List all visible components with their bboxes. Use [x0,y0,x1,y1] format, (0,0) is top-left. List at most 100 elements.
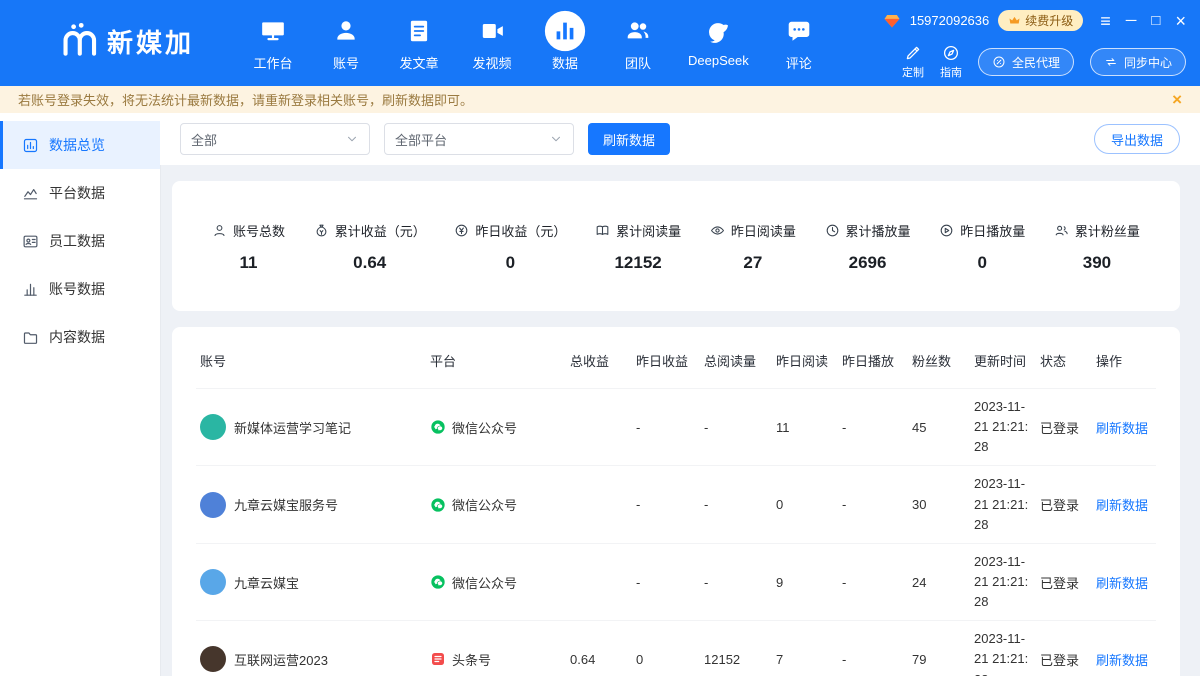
status-cell: 已登录 [1036,466,1092,543]
scope-select[interactable]: 全部 [180,123,370,155]
sidebar-item-label: 账号数据 [49,279,105,299]
fans-cell: 24 [908,543,970,620]
export-data-button[interactable]: 导出数据 [1094,124,1180,154]
sidebar: 数据总览 平台数据 员工数据 账号数据 内容数据 [0,113,160,676]
comment-icon [786,18,812,44]
account-name: 新媒体运营学习笔记 [234,418,351,437]
close-icon[interactable]: × [1175,12,1186,30]
stat-value: 2696 [849,253,887,273]
nav-item-label: 数据 [552,53,578,72]
refresh-row-link[interactable]: 刷新数据 [1096,653,1148,668]
platform-select-value: 全部平台 [395,130,447,149]
stat-value: 12152 [614,253,661,273]
stat-value: 11 [240,253,258,273]
sidebar-item[interactable]: 员工数据 [0,217,160,265]
column-header: 操作 [1092,335,1156,389]
stat-label: 累计播放量 [846,221,911,240]
column-header: 昨日播放 [838,335,908,389]
banner-close-icon[interactable]: × [1172,91,1182,108]
stat-label: 累计阅读量 [616,221,681,240]
main-content: 全部 全部平台 刷新数据 导出数据 账号总数 11 累计收益（元） 0.6 [160,113,1200,676]
nav-item[interactable]: 团队 [615,9,661,72]
warning-banner: 若账号登录失效，将无法统计最新数据，请重新登录相关账号，刷新数据即可。 × [0,86,1200,113]
stat-value: 27 [743,253,762,273]
total-reads-icon [595,223,610,238]
scope-select-value: 全部 [191,130,217,149]
platform-data-icon [22,185,39,202]
guide-button[interactable]: 指南 [940,44,962,80]
nav-item[interactable]: DeepSeek [688,9,749,72]
sync-center-button[interactable]: 同步中心 [1090,48,1186,76]
nav-item-label: 团队 [625,53,651,72]
stat-label: 昨日收益（元） [475,221,566,240]
minimize-icon[interactable]: ─ [1126,13,1137,28]
customize-icon [904,44,922,62]
menu-icon[interactable]: ≡ [1100,12,1111,30]
updated-cell: 2023-11-21 21:21:28 [970,543,1036,620]
refresh-data-button[interactable]: 刷新数据 [588,123,670,155]
nav-item-label: 评论 [786,53,812,72]
nav-item[interactable]: 发文章 [396,9,442,72]
table-row: 互联网运营2023 头条号 0.64 0 12152 7 - 79 2023-1… [196,621,1156,676]
logo-icon [60,22,98,60]
sync-icon [1104,55,1118,69]
nav-item[interactable]: 评论 [776,9,822,72]
total-fans-icon [1054,223,1069,238]
table-row: 新媒体运营学习笔记 微信公众号 - - 11 - 45 2023-11-21 2… [196,389,1156,466]
phone-number: 15972092636 [910,13,990,28]
fans-cell: 45 [908,389,970,466]
stat-label: 账号总数 [233,221,285,240]
yesterday-reads-cell: 0 [772,466,838,543]
platform-name: 微信公众号 [452,573,517,592]
refresh-row-link[interactable]: 刷新数据 [1096,421,1148,436]
warning-text: 若账号登录失效，将无法统计最新数据，请重新登录相关账号，刷新数据即可。 [18,90,473,109]
sidebar-item[interactable]: 平台数据 [0,169,160,217]
stat-item: 账号总数 11 [212,221,285,273]
account-avatar [200,492,226,518]
refresh-row-link[interactable]: 刷新数据 [1096,576,1148,591]
sidebar-item[interactable]: 账号数据 [0,265,160,313]
yesterday-reads-icon [710,223,725,238]
maximize-icon[interactable]: □ [1151,13,1160,28]
quick-actions-bar: 定制 指南 全民代理 同步中心 [902,44,1186,80]
account-name: 九章云媒宝服务号 [234,495,338,514]
stat-item: 昨日阅读量 27 [710,221,796,273]
guide-label: 指南 [940,64,962,80]
yesterday-plays-icon [939,223,954,238]
stat-value: 390 [1083,253,1111,273]
column-header: 粉丝数 [908,335,970,389]
nav-item[interactable]: 数据 [542,9,588,72]
column-header: 昨日收益 [632,335,700,389]
refresh-row-link[interactable]: 刷新数据 [1096,498,1148,513]
stats-summary-card: 账号总数 11 累计收益（元） 0.64 昨日收益（元） 0 累计阅读量 121… [172,181,1180,311]
sidebar-item[interactable]: 内容数据 [0,313,160,361]
yesterday-revenue-icon [454,223,469,238]
account-avatar [200,569,226,595]
wechat-icon [430,574,446,590]
nav-item[interactable]: 账号 [323,9,369,72]
platform-select[interactable]: 全部平台 [384,123,574,155]
stat-value: 0 [977,253,986,273]
yesterday-reads-cell: 11 [772,389,838,466]
total-reads-cell: 12152 [700,621,772,676]
yesterday-plays-cell: - [838,466,908,543]
stat-label: 昨日播放量 [960,221,1025,240]
yesterday-reads-cell: 9 [772,543,838,620]
customize-button[interactable]: 定制 [902,44,924,80]
sidebar-item[interactable]: 数据总览 [0,121,160,169]
nav-item[interactable]: 工作台 [250,9,296,72]
renew-upgrade-badge[interactable]: 续费升级 [998,10,1083,31]
yesterday-revenue-cell: - [632,466,700,543]
team-icon [625,18,651,44]
nav-item[interactable]: 发视频 [469,9,515,72]
platform-name: 微信公众号 [452,495,517,514]
stat-label: 累计收益（元） [335,221,426,240]
filter-bar: 全部 全部平台 刷新数据 导出数据 [160,113,1200,165]
app-logo[interactable]: 新媒加 [60,22,194,60]
table-row: 九章云媒宝服务号 微信公众号 - - 0 - 30 2023-11-21 21:… [196,466,1156,543]
staff-data-icon [22,233,39,250]
window-controls: ≡ ─ □ × [1100,12,1186,30]
accounts-total-icon [212,223,227,238]
agent-button[interactable]: 全民代理 [978,48,1074,76]
updated-cell: 2023-11-21 21:21:28 [970,621,1036,676]
